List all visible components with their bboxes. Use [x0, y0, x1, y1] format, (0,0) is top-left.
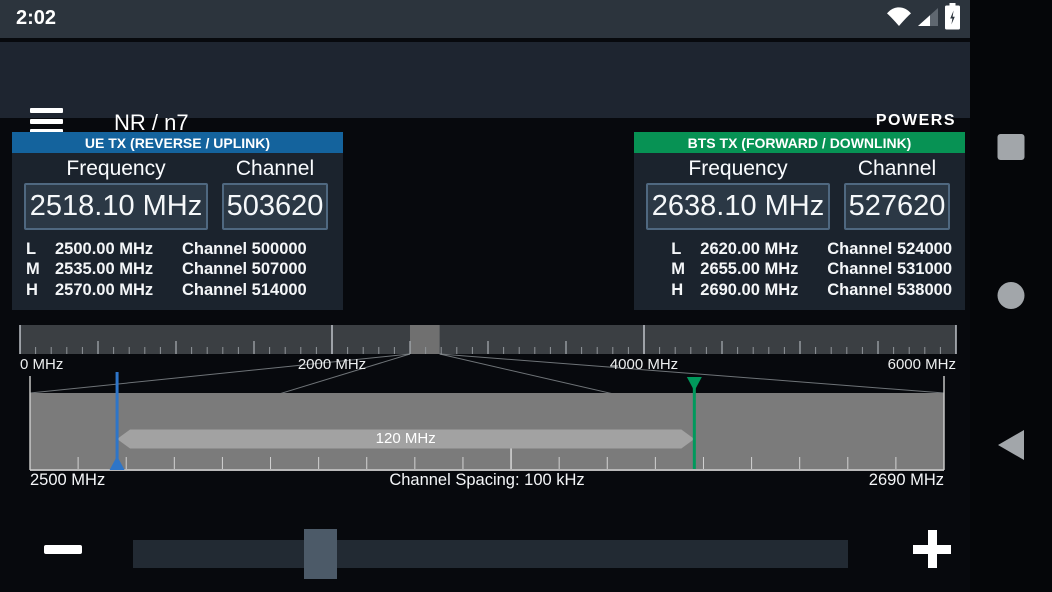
overview-tick-label-0: 0 MHz — [20, 356, 63, 373]
bandwidth-label: 120 MHz — [376, 430, 436, 447]
band-start-label: 2500 MHz — [30, 471, 105, 490]
frequency-scales[interactable] — [0, 0, 1052, 592]
app-screen: 2:02 NR / n7 POWERS UE TX (REVERSE / UPL… — [0, 0, 1052, 592]
overview-tick-label-6000: 6000 MHz — [888, 356, 956, 373]
overview-tick-label-4000: 4000 MHz — [610, 356, 678, 373]
magnifier-connector-line — [440, 354, 944, 393]
band-end-label: 2690 MHz — [869, 471, 944, 490]
overview-tick-label-2000: 2000 MHz — [298, 356, 366, 373]
channel-spacing-label: Channel Spacing: 100 kHz — [389, 471, 584, 490]
downlink-marker-handle[interactable] — [687, 377, 702, 391]
overview-highlight — [410, 325, 440, 354]
